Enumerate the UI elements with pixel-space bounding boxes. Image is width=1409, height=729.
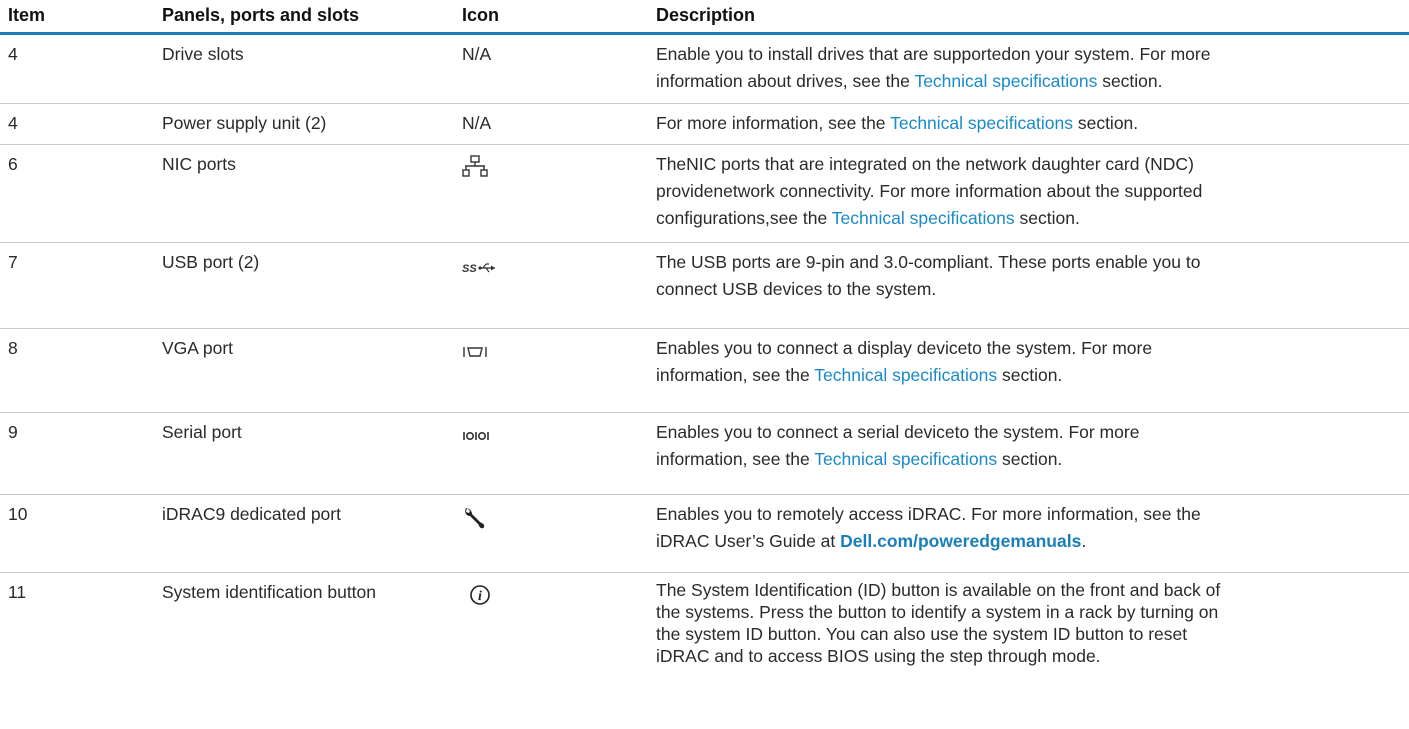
item-number: 11 [8, 582, 27, 602]
description-text: section. [1097, 71, 1163, 91]
description-text: iDRAC and to access BIOS using the step … [656, 646, 1101, 666]
network-icon [462, 155, 542, 187]
table-row: 10 iDRAC9 dedicated port Enables you to … [0, 495, 1409, 573]
description: Enable you to install drives that are su… [656, 41, 1396, 95]
description-text: providenetwork connectivity. For more in… [656, 181, 1203, 201]
usb-superspeed-icon: SS [462, 257, 542, 284]
table-row: 8 VGA port Enables you to connect a disp… [0, 329, 1409, 413]
icon-na-text: N/A [462, 113, 492, 133]
description-text: section. [1014, 208, 1080, 228]
table-row: 4 Power supply unit (2) N/A For more inf… [0, 104, 1409, 145]
description-text: iDRAC User’s Guide at [656, 531, 841, 551]
info-icon: i [468, 583, 548, 615]
description-text: section. [997, 449, 1063, 469]
serial-icon [462, 425, 542, 452]
vga-icon [462, 341, 542, 368]
info-icon: i [470, 585, 490, 605]
description-text: section. [997, 365, 1063, 385]
description-text: the system ID button. You can also use t… [656, 624, 1188, 644]
description-text: the systems. Press the button to identif… [656, 602, 1219, 622]
svg-text:SS: SS [462, 263, 477, 275]
component-name: Power supply unit (2) [162, 113, 327, 133]
component-name: System identification button [162, 582, 377, 602]
description: The System Identification (ID) button is… [656, 579, 1396, 667]
description-text: TheNIC ports that are integrated on the … [656, 154, 1194, 174]
description-text: section. [1072, 113, 1139, 133]
item-number: 4 [8, 113, 18, 133]
description: For more information, see the Technical … [656, 110, 1396, 137]
technical-specifications-link[interactable]: Technical specifications [890, 113, 1073, 133]
description-text: . [1081, 531, 1087, 551]
description: Enables you to remotely access iDRAC. Fo… [656, 501, 1396, 555]
table-header: Item Panels, ports and slots Icon Descri… [0, 0, 1409, 35]
description: The USB ports are 9-pin and 3.0-complian… [656, 249, 1396, 303]
description-text: information about drives, see the [656, 71, 915, 91]
technical-specifications-link[interactable]: Technical specifications [814, 449, 997, 469]
table-row: 6 NIC ports TheNIC ports that are integr… [0, 145, 1409, 243]
technical-specifications-link[interactable]: Technical specifications [814, 365, 997, 385]
header-icon: Icon [462, 5, 500, 25]
component-name: Serial port [162, 422, 242, 442]
usb-superspeed-icon: SS [462, 263, 495, 275]
item-number: 4 [8, 44, 18, 64]
vga-icon [463, 347, 487, 357]
header-description: Description [656, 5, 756, 25]
description-text: information, see the [656, 449, 815, 469]
description: Enables you to connect a display devicet… [656, 335, 1396, 389]
description-text: information, see the [656, 365, 815, 385]
component-name: USB port (2) [162, 252, 260, 272]
dell-manuals-link[interactable]: Dell.com/poweredgemanuals [840, 531, 1081, 551]
description-text: Enables you to connect a display devicet… [656, 338, 1153, 358]
description-text: connect USB devices to the system. [656, 279, 937, 299]
description-text: configurations,see the [656, 208, 832, 228]
component-name: Drive slots [162, 44, 244, 64]
item-number: 9 [8, 422, 18, 442]
header-item: Item [8, 5, 46, 25]
description-text: The USB ports are 9-pin and 3.0-complian… [656, 252, 1201, 272]
description-text: For more information, see the [656, 113, 891, 133]
network-icon [462, 155, 488, 177]
serial-icon [463, 432, 489, 441]
description: TheNIC ports that are integrated on the … [656, 151, 1396, 232]
description-text: Enables you to connect a serial deviceto… [656, 422, 1140, 442]
table-row: 11 System identification button i The Sy… [0, 573, 1409, 723]
ports-table: Item Panels, ports and slots Icon Descri… [0, 0, 1409, 666]
component-name: iDRAC9 dedicated port [162, 504, 341, 524]
icon-na-text: N/A [462, 44, 492, 64]
description-text: Enables you to remotely access iDRAC. Fo… [656, 504, 1201, 524]
component-name: VGA port [162, 338, 234, 358]
technical-specifications-link[interactable]: Technical specifications [914, 71, 1097, 91]
item-number: 10 [8, 504, 28, 524]
wrench-icon [462, 503, 542, 539]
technical-specifications-link[interactable]: Technical specifications [832, 208, 1015, 228]
table-row: 9 Serial port Enables you to connect a s… [0, 413, 1409, 495]
description: Enables you to connect a serial deviceto… [656, 419, 1396, 473]
header-panels: Panels, ports and slots [162, 5, 360, 25]
item-number: 8 [8, 338, 18, 358]
description-text: The System Identification (ID) button is… [656, 580, 1221, 600]
table-row: 4 Drive slots N/A Enable you to install … [0, 35, 1409, 104]
svg-text:i: i [478, 589, 482, 604]
item-number: 7 [8, 252, 18, 272]
wrench-icon [465, 508, 485, 529]
item-number: 6 [8, 154, 18, 174]
description-text: Enable you to install drives that are su… [656, 44, 1211, 64]
component-name: NIC ports [162, 154, 236, 174]
table-row: 7 USB port (2) SS The USB ports are 9-pi… [0, 243, 1409, 329]
